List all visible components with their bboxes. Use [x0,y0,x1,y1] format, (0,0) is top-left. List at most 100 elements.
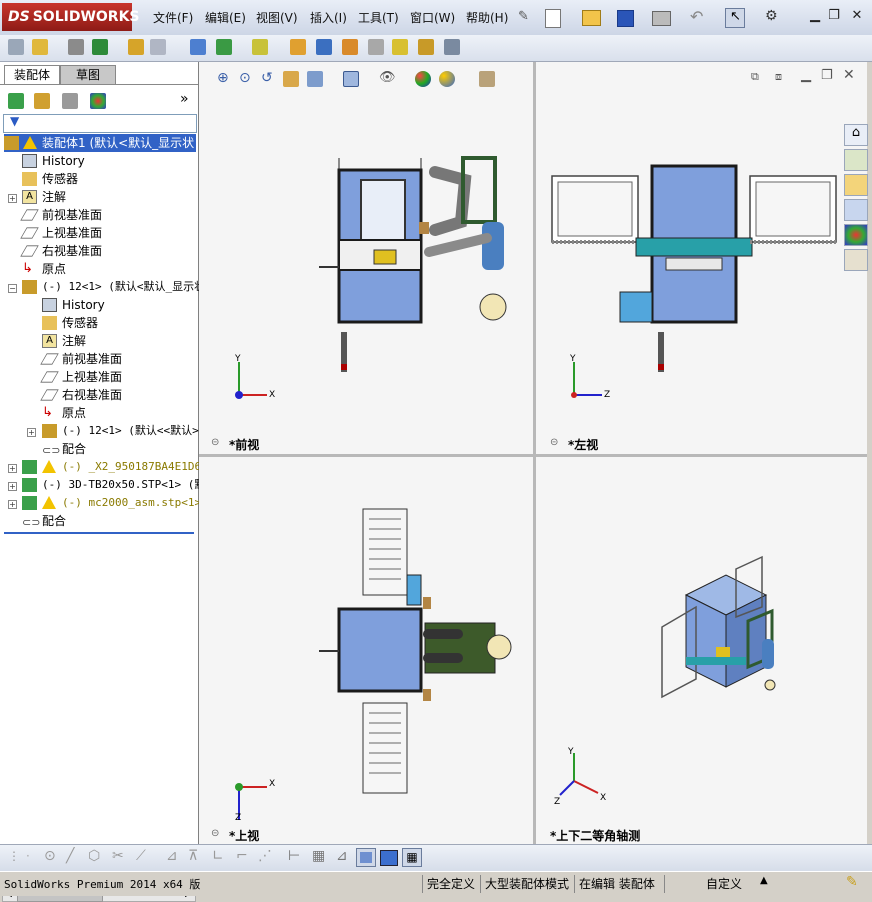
expand-component-toggle[interactable]: + [8,500,17,509]
feature-manager-panel: 装配体 草图 » ▼ 装配体1 (默认<默认_显示状 History 传感器 +… [0,62,214,902]
tab-assembly[interactable]: 装配体 [4,65,60,84]
tree-filter-input[interactable]: ▼ [3,114,197,133]
viewport-isometric[interactable]: Y X Z *上下二等角轴测 [536,457,866,844]
viewport-left[interactable]: Y Z ⊝ *左视 [536,62,844,454]
units-dropdown-icon[interactable]: ▲ [760,875,768,886]
status-editing: 在编辑 装配体 [574,875,659,893]
menu-view[interactable]: 视图(V) [256,9,298,26]
edit-component-icon[interactable] [8,39,24,55]
display-manager-icon[interactable] [90,93,106,109]
offset-icon[interactable]: ⊿ [166,848,178,864]
hole-alignment-icon[interactable] [444,39,460,55]
component-icon [22,478,37,492]
corner-icon[interactable]: ⌐ [236,848,248,864]
menu-help[interactable]: 帮助(H) [466,9,508,26]
linear-pattern-icon[interactable] [92,39,108,55]
tree-item-label: History [42,154,85,168]
save-icon[interactable] [617,10,634,27]
menu-file[interactable]: 文件(F) [153,9,193,26]
bill-of-materials-icon[interactable] [316,39,332,55]
close-icon[interactable]: ✕ [848,8,866,24]
property-manager-icon[interactable] [34,93,50,109]
configuration-manager-icon[interactable] [62,93,78,109]
single-view-icon[interactable] [380,850,398,866]
menu-edit[interactable]: 编辑(E) [205,9,246,26]
file-explorer-icon[interactable] [844,174,868,196]
status-mode: 大型装配体模式 [480,875,573,893]
history-icon [22,154,37,168]
shaded-display-icon[interactable] [356,848,376,867]
new-document-icon[interactable] [545,9,561,28]
interference-detection-icon[interactable] [392,39,408,55]
expand-annotations-toggle[interactable]: + [8,194,17,203]
tree-root-assembly[interactable]: 装配体1 (默认<默认_显示状 [4,134,196,152]
units-selector[interactable]: 自定义 [706,875,742,892]
fillet-icon[interactable]: ∟ [212,848,224,864]
circle-icon[interactable]: ⊙ [44,848,56,864]
restore-icon[interactable]: ❐ [825,8,843,24]
axis-label-y: Y [568,747,574,757]
clearance-icon[interactable] [418,39,434,55]
rollback-bar[interactable] [4,532,194,534]
appearances-icon[interactable] [844,224,868,246]
viewport-top[interactable]: X Z ⊝ *上视 [199,457,533,844]
point-icon[interactable]: · [26,849,30,863]
minimize-icon[interactable]: ▁ [806,8,824,24]
menu-window[interactable]: 窗口(W) [410,9,455,26]
pin-icon[interactable]: ✎ [518,9,529,24]
four-view-icon[interactable]: ▦ [402,848,422,867]
new-motion-study-icon[interactable] [290,39,306,55]
relations-icon[interactable]: ⊿ [336,848,348,864]
explode-line-icon[interactable] [368,39,384,55]
tree-item-label: 右视基准面 [42,244,103,258]
tree-item-label: 原点 [62,406,87,420]
menu-insert[interactable]: 插入(I) [310,9,347,26]
viewport-front[interactable]: Y X ⊝ *前视 [199,62,533,454]
plane-icon [20,227,39,239]
menu-tools[interactable]: 工具(T) [358,9,399,26]
solidworks-logo[interactable]: DS SOLIDWORKS [2,3,140,31]
tree-item-label: 注解 [62,334,87,348]
tree-item-label: 传感器 [62,316,99,330]
extend-icon[interactable]: ⟋ [136,848,146,864]
options-gear-icon[interactable]: ⚙ [765,8,778,24]
rebuild-status-icon[interactable]: ✎ [846,874,858,890]
show-hidden-icon[interactable] [190,39,206,55]
construction-geometry-icon[interactable]: ⋰ [258,848,272,864]
grid-icon[interactable]: ▦ [312,848,325,864]
view-palette-icon[interactable] [844,199,868,221]
print-icon[interactable] [652,11,671,26]
collapse-subassembly-toggle[interactable]: − [8,284,17,293]
expand-panel-icon[interactable]: » [180,91,189,107]
mirror-icon[interactable]: ⊼ [188,848,198,864]
line-icon[interactable]: ╱ [66,848,74,864]
undo-icon[interactable]: ↶ [690,7,703,26]
polygon-icon[interactable]: ⬡ [88,848,100,864]
select-cursor-icon[interactable]: ↖ [725,8,745,28]
warning-icon [42,460,56,473]
home-icon[interactable]: ⌂ [844,124,868,146]
viewport-label-isometric: *上下二等角轴测 [550,829,641,843]
viewport-close-icon[interactable]: ✕ [843,67,855,83]
expand-nested-toggle[interactable]: + [27,428,36,437]
smart-fasteners-icon[interactable] [128,39,144,55]
insert-components-icon[interactable] [32,39,48,55]
exploded-view-icon[interactable] [342,39,358,55]
axis-label-y: Y [235,354,241,364]
status-blank [664,875,691,893]
expand-component-toggle[interactable]: + [8,464,17,473]
tab-sketch[interactable]: 草图 [60,65,116,85]
expand-component-toggle[interactable]: + [8,482,17,491]
plane-icon [20,245,39,257]
graphics-area[interactable]: ⊕ ⊙ ↺ 👁 ⧉ ⧈ ▁ ❐ ✕ Y X ⊝ *前视 Y Z ⊝ *左视 ⌂ … [199,62,868,844]
assembly-features-icon[interactable] [216,39,232,55]
custom-properties-icon[interactable] [844,249,868,271]
mate-icon[interactable] [68,39,84,55]
trim-icon[interactable]: ✂ [112,848,124,864]
smart-dimension-icon[interactable]: ⊢ [288,848,300,864]
reference-geometry-icon[interactable] [252,39,268,55]
move-component-icon[interactable] [150,39,166,55]
open-folder-icon[interactable] [582,10,601,26]
design-library-icon[interactable] [844,149,868,171]
feature-manager-icon[interactable] [8,93,24,109]
